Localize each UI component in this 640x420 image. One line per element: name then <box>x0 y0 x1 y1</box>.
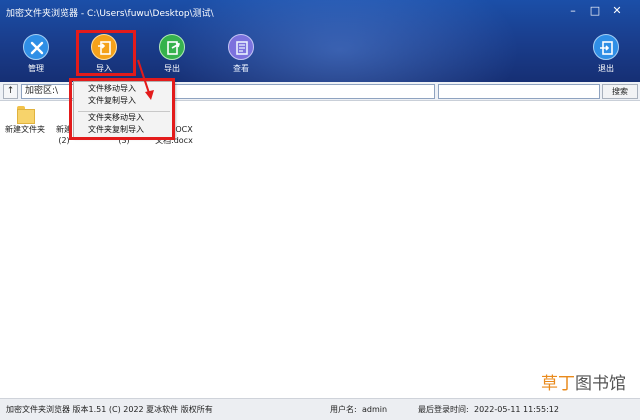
watermark-logo: 草丁图书馆 <box>541 374 626 394</box>
import-highlight-box <box>76 30 136 76</box>
last-login-value: 2022-05-11 11:55:12 <box>474 405 559 414</box>
up-button[interactable]: ↑ <box>3 84 18 99</box>
file-name: 新建文件夹 <box>5 125 45 134</box>
exit-icon <box>593 34 619 60</box>
export-label: 导出 <box>164 64 180 73</box>
username-value: admin <box>362 405 388 414</box>
maximize-icon[interactable]: □ <box>588 4 602 18</box>
minimize-icon[interactable]: – <box>566 4 580 18</box>
list-item[interactable]: 新建文件夹 <box>4 106 46 135</box>
search-button[interactable]: 搜索 <box>602 84 638 99</box>
close-icon[interactable]: ✕ <box>610 4 624 18</box>
last-login-label: 最后登录时间: <box>418 405 469 414</box>
view-icon <box>228 34 254 60</box>
view-label: 查看 <box>233 64 249 73</box>
file-list: 新建文件夹 新建 (2) (3) OCX 文档.docx <box>0 102 640 398</box>
username-label: 用户名: <box>330 405 357 414</box>
watermark-part2: 图书馆 <box>575 374 626 394</box>
manage-label: 管理 <box>28 64 44 73</box>
tools-icon <box>23 34 49 60</box>
exit-label: 退出 <box>598 64 614 73</box>
menu-highlight-box <box>69 78 175 140</box>
search-input[interactable] <box>438 84 600 99</box>
window-title: 加密文件夹浏览器 - C:\Users\fuwu\Desktop\测试\ <box>6 9 214 19</box>
version-text: 加密文件夹浏览器 版本1.51 (C) 2022 夏冰软件 版权所有 <box>6 405 213 414</box>
folder-icon <box>15 106 35 124</box>
exit-button[interactable]: 退出 <box>584 34 628 78</box>
status-bar: 加密文件夹浏览器 版本1.51 (C) 2022 夏冰软件 版权所有 用户名: … <box>0 398 640 420</box>
export-icon <box>159 34 185 60</box>
manage-button[interactable]: 管理 <box>14 34 58 78</box>
watermark-part1: 草丁 <box>541 374 575 394</box>
view-button[interactable]: 查看 <box>219 34 263 78</box>
export-button[interactable]: 导出 <box>150 34 194 78</box>
toolbar: 加密文件夹浏览器 - C:\Users\fuwu\Desktop\测试\ – □… <box>0 0 640 82</box>
